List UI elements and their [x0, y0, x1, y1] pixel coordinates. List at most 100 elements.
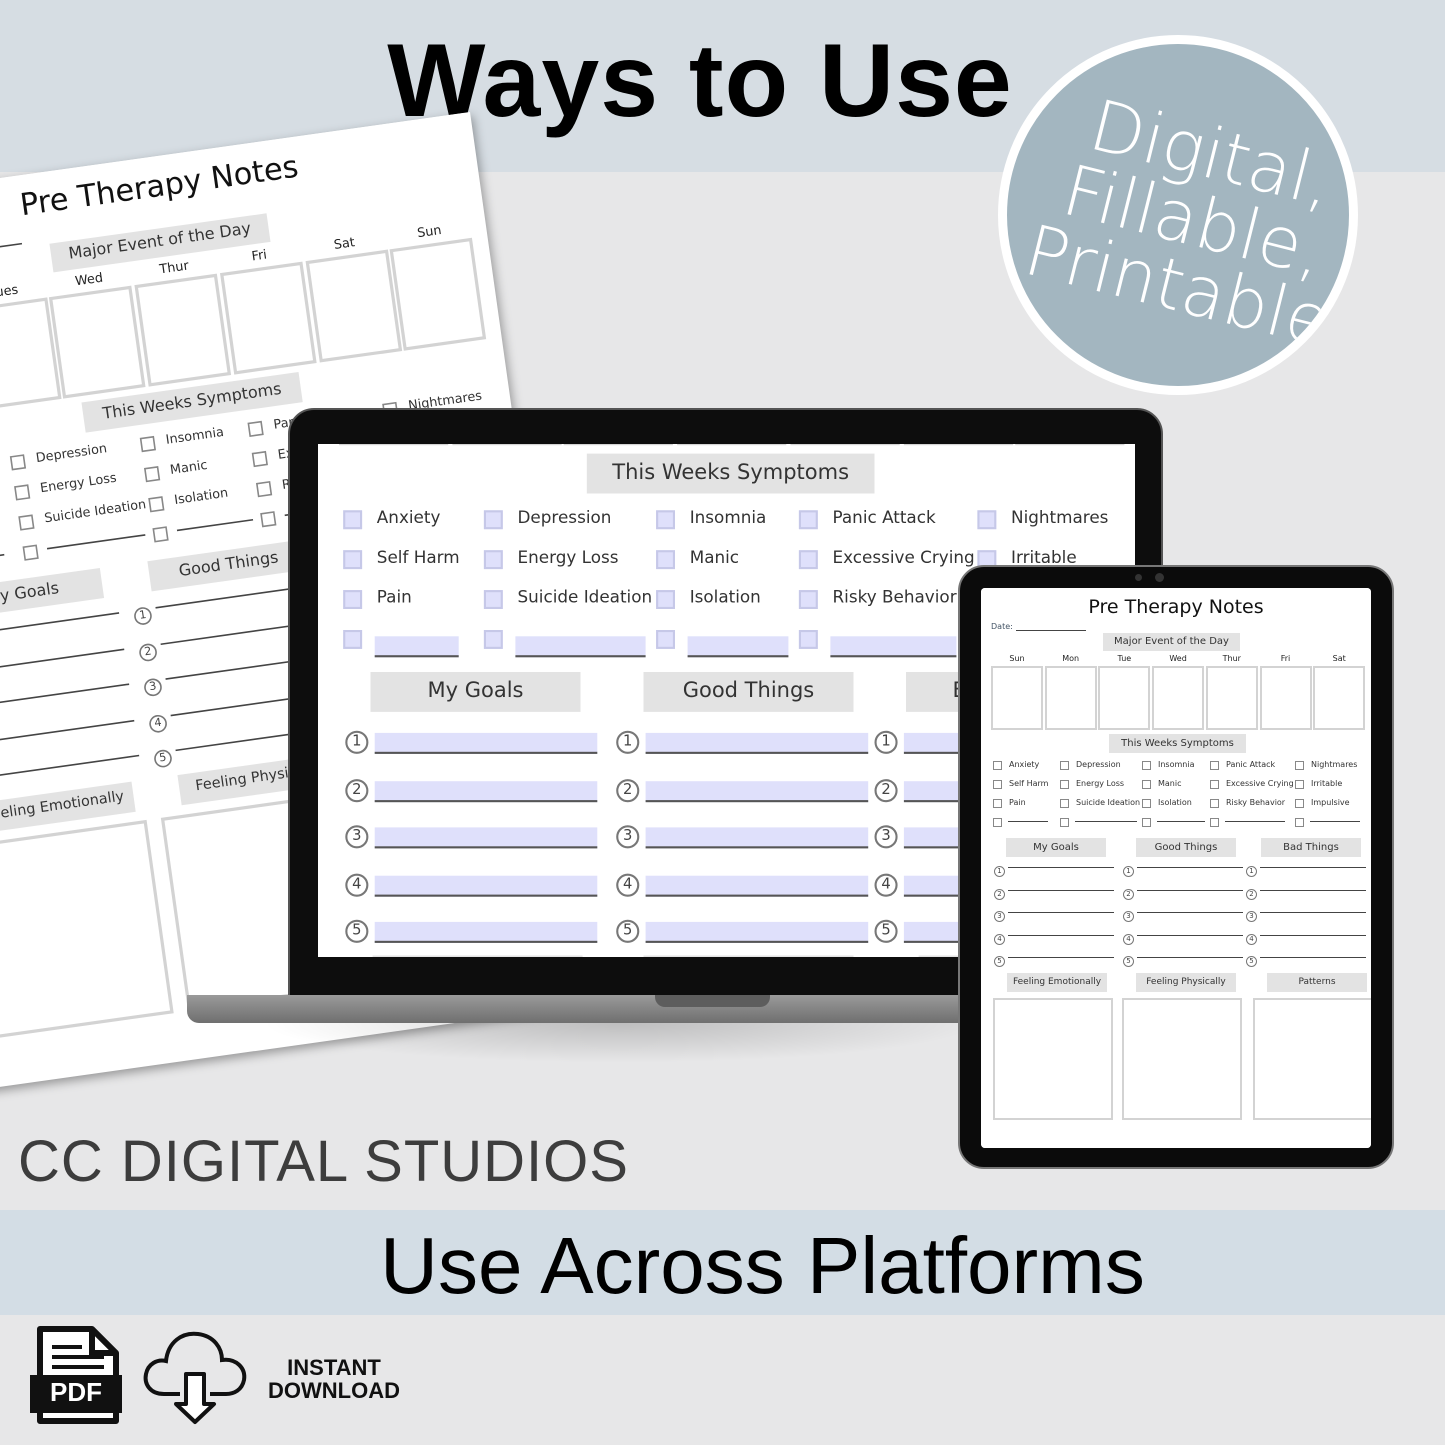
symptom-other-field[interactable]: [374, 636, 459, 658]
symptom-other-field[interactable]: [1157, 821, 1205, 822]
day-box-thur[interactable]: [1205, 666, 1258, 730]
symptom-checkbox[interactable]: [343, 630, 363, 649]
symptom-checkbox[interactable]: [1210, 799, 1219, 808]
day-box-mon[interactable]: [451, 444, 561, 446]
symptom-checkbox[interactable]: [1295, 780, 1304, 789]
day-box-sun[interactable]: [991, 666, 1043, 730]
symptom-checkbox[interactable]: [343, 590, 363, 609]
symptom-checkbox[interactable]: [656, 510, 675, 530]
list-line[interactable]: [1260, 934, 1366, 936]
day-box-sat[interactable]: [1313, 666, 1366, 730]
symptom-checkbox[interactable]: [1210, 780, 1219, 789]
symptom-checkbox[interactable]: [656, 550, 675, 570]
symptom-checkbox[interactable]: [343, 510, 363, 530]
symptom-checkbox[interactable]: [1295, 761, 1304, 770]
symptom-checkbox[interactable]: [993, 799, 1002, 808]
day-box-tue[interactable]: [1098, 666, 1151, 730]
symptom-checkbox[interactable]: [993, 761, 1002, 770]
list-line[interactable]: [1137, 957, 1243, 958]
day-box-fri[interactable]: [1259, 666, 1312, 730]
day-box-sat[interactable]: [1015, 444, 1125, 446]
symptom-checkbox[interactable]: [1060, 780, 1069, 789]
list-line[interactable]: [1260, 912, 1366, 913]
symptom-checkbox[interactable]: [247, 420, 264, 438]
notes-box[interactable]: [993, 998, 1113, 1120]
list-line[interactable]: [1137, 889, 1243, 891]
symptom-checkbox[interactable]: [483, 630, 503, 649]
symptom-checkbox[interactable]: [1142, 818, 1151, 827]
symptom-checkbox[interactable]: [977, 510, 997, 530]
notes-box[interactable]: [1122, 998, 1242, 1120]
symptom-other-field[interactable]: [687, 636, 789, 658]
notes-box[interactable]: [1253, 998, 1371, 1120]
symptom-other-field[interactable]: [515, 636, 646, 658]
symptom-checkbox[interactable]: [993, 780, 1002, 789]
list-line[interactable]: [374, 921, 598, 943]
symptom-checkbox[interactable]: [798, 510, 818, 530]
day-box-wed[interactable]: [1152, 666, 1205, 730]
symptom-checkbox[interactable]: [1142, 780, 1151, 789]
symptom-checkbox[interactable]: [148, 496, 165, 513]
symptom-checkbox[interactable]: [1295, 799, 1304, 808]
symptom-other-field[interactable]: [1008, 821, 1048, 822]
symptom-checkbox[interactable]: [152, 526, 169, 543]
list-line[interactable]: [374, 732, 598, 754]
symptom-checkbox[interactable]: [483, 510, 503, 530]
symptom-checkbox[interactable]: [1060, 761, 1069, 770]
symptom-checkbox[interactable]: [143, 466, 161, 483]
symptom-checkbox[interactable]: [1142, 799, 1151, 808]
list-line[interactable]: [374, 874, 598, 896]
symptom-checkbox[interactable]: [18, 514, 35, 531]
list-line[interactable]: [1008, 934, 1114, 936]
list-line[interactable]: [645, 732, 869, 754]
list-line[interactable]: [1008, 957, 1114, 958]
day-box-sun[interactable]: [339, 444, 449, 446]
symptom-checkbox[interactable]: [1295, 818, 1304, 827]
list-line[interactable]: [1008, 889, 1114, 891]
symptom-checkbox[interactable]: [483, 590, 503, 609]
symptom-checkbox[interactable]: [993, 818, 1002, 827]
list-line[interactable]: [645, 874, 869, 896]
list-line[interactable]: [374, 780, 598, 802]
symptom-checkbox[interactable]: [1060, 799, 1069, 808]
symptom-other-field[interactable]: [1075, 821, 1137, 822]
day-box-mon[interactable]: [1044, 666, 1097, 730]
list-line[interactable]: [1260, 889, 1366, 891]
symptom-checkbox[interactable]: [251, 450, 268, 468]
list-line[interactable]: [645, 827, 869, 849]
symptom-checkbox[interactable]: [343, 550, 363, 570]
list-line[interactable]: [374, 827, 598, 849]
day-box-thur[interactable]: [790, 444, 900, 446]
symptom-checkbox[interactable]: [1210, 761, 1219, 770]
symptom-checkbox[interactable]: [139, 435, 157, 453]
symptom-checkbox[interactable]: [9, 454, 27, 471]
symptom-checkbox[interactable]: [798, 550, 818, 570]
date-field[interactable]: [1016, 630, 1086, 631]
symptom-checkbox[interactable]: [483, 550, 503, 570]
day-box-tue[interactable]: [564, 444, 674, 446]
symptom-other-field[interactable]: [830, 636, 957, 658]
symptom-checkbox[interactable]: [255, 480, 273, 498]
list-line[interactable]: [645, 780, 869, 802]
symptom-checkbox[interactable]: [798, 630, 818, 649]
day-box-fri[interactable]: [902, 444, 1013, 446]
symptom-checkbox[interactable]: [656, 630, 675, 649]
symptom-checkbox[interactable]: [14, 484, 31, 501]
symptom-checkbox[interactable]: [22, 544, 39, 561]
list-line[interactable]: [1008, 867, 1114, 868]
symptom-checkbox[interactable]: [1060, 818, 1069, 827]
list-line[interactable]: [645, 921, 869, 943]
symptom-other-field[interactable]: [1310, 821, 1360, 822]
list-line[interactable]: [1260, 957, 1366, 958]
symptom-checkbox[interactable]: [1142, 761, 1151, 770]
list-line[interactable]: [1260, 867, 1366, 868]
list-line[interactable]: [1137, 912, 1243, 913]
symptom-checkbox[interactable]: [1210, 818, 1219, 827]
symptom-checkbox[interactable]: [798, 590, 818, 609]
symptom-checkbox[interactable]: [656, 590, 675, 609]
day-box-wed[interactable]: [677, 444, 787, 446]
list-line[interactable]: [1008, 912, 1114, 913]
symptom-checkbox[interactable]: [260, 511, 277, 528]
list-line[interactable]: [1137, 867, 1243, 868]
list-line[interactable]: [1137, 934, 1243, 936]
